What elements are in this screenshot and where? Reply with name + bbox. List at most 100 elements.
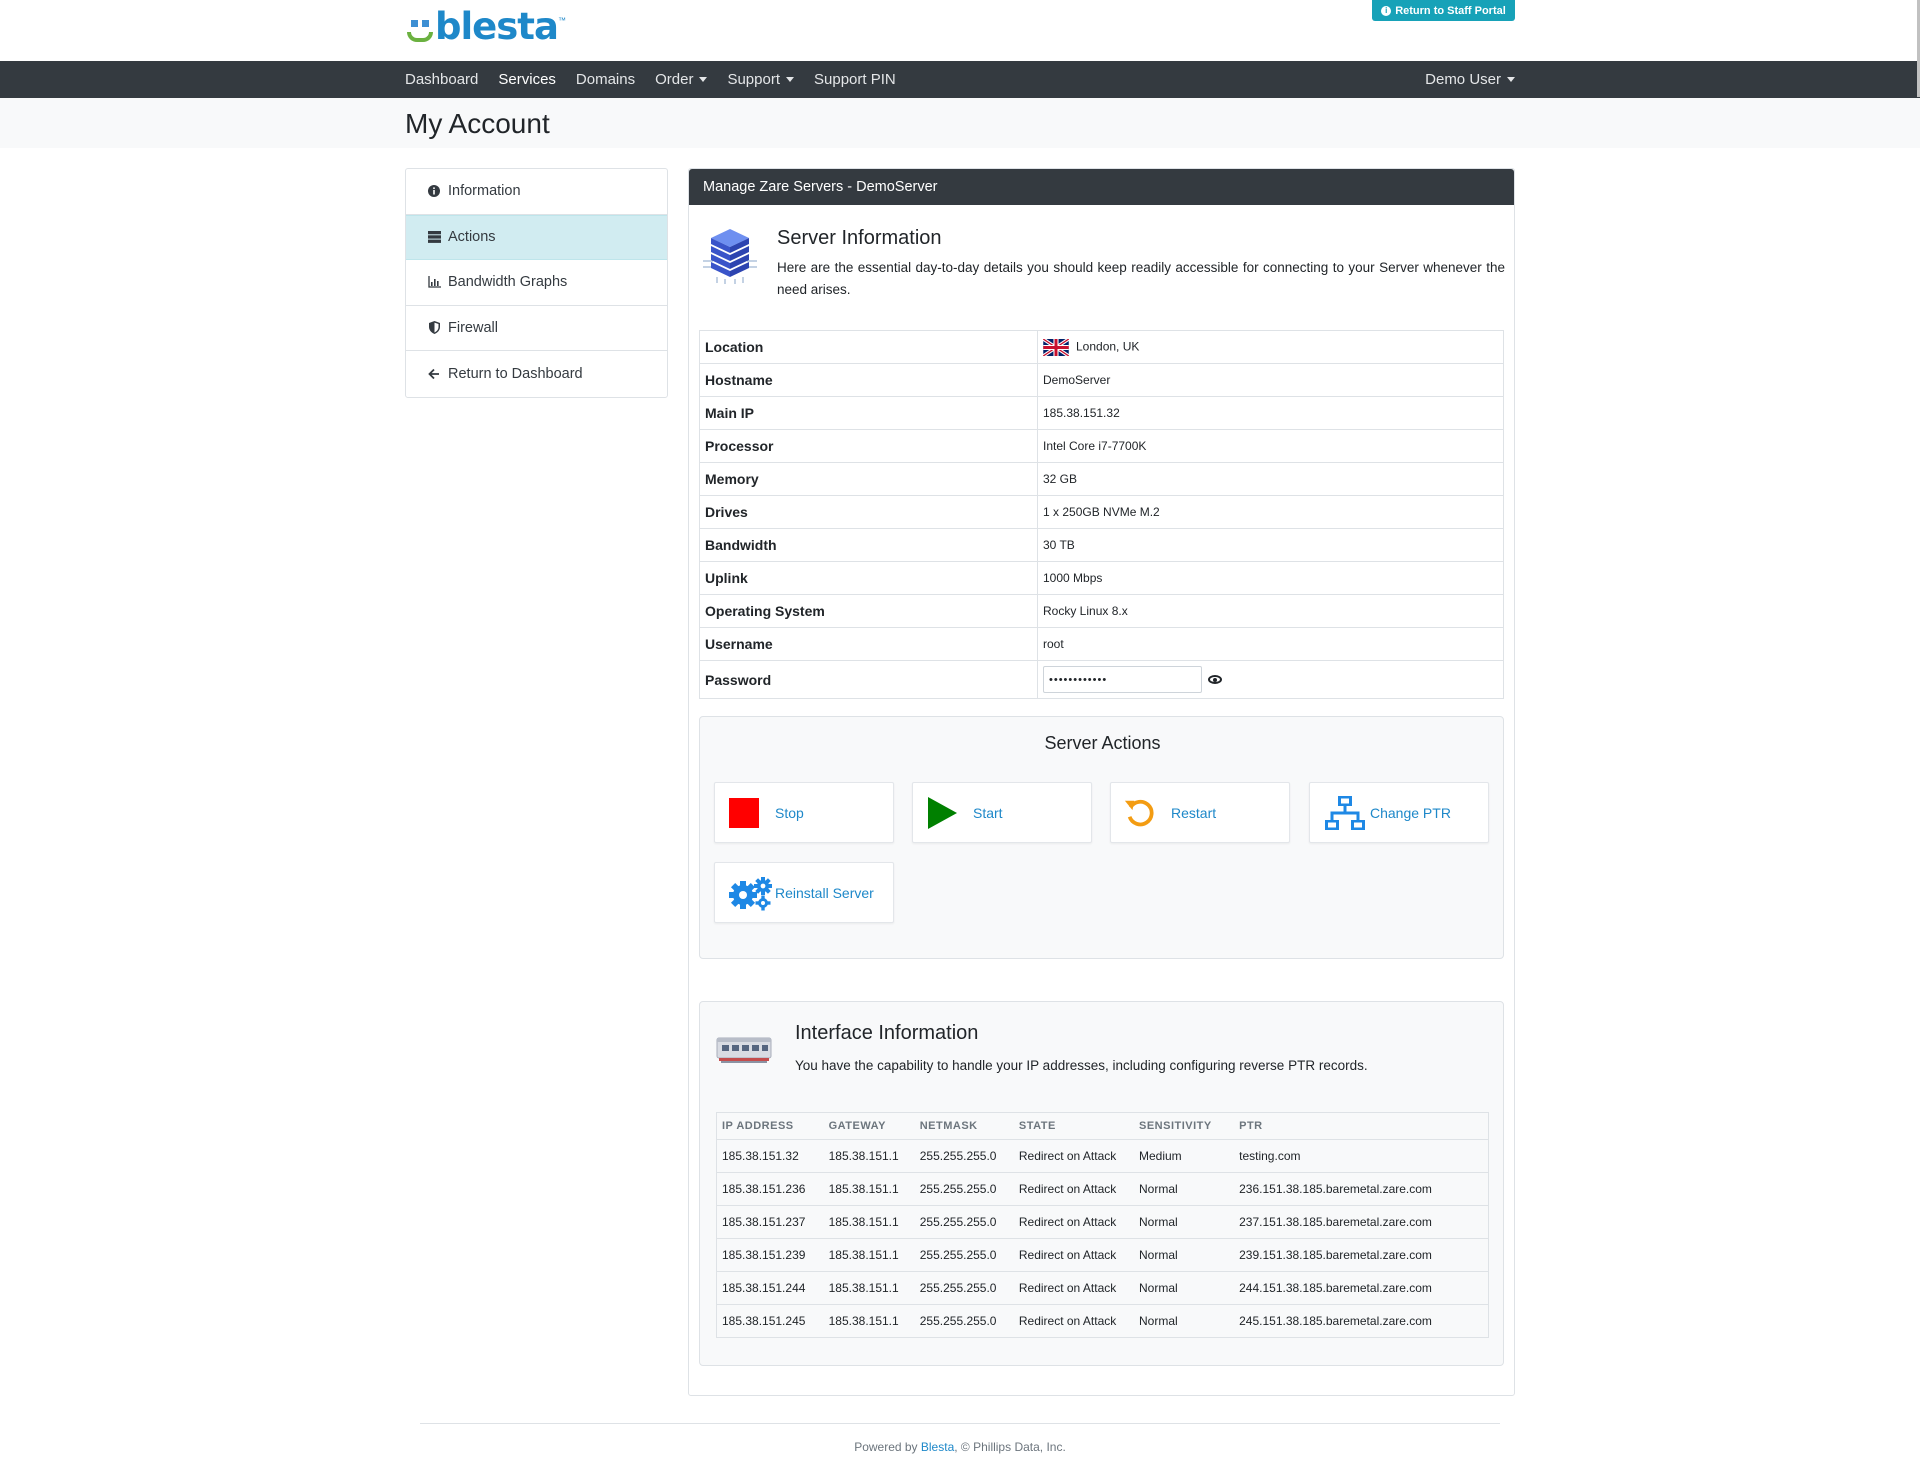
table-cell: 237.151.38.185.baremetal.zare.com bbox=[1234, 1205, 1489, 1239]
server-actions-title: Server Actions bbox=[1044, 733, 1161, 753]
table-cell: Normal bbox=[1134, 1172, 1235, 1206]
logo-trademark: ™ bbox=[557, 16, 566, 25]
server-icon bbox=[427, 230, 441, 244]
return-to-staff-portal-button[interactable]: i Return to Staff Portal bbox=[1372, 0, 1515, 21]
nav-item-label: Dashboard bbox=[405, 71, 479, 88]
spec-label: Uplink bbox=[699, 561, 1038, 595]
spec-label: Username bbox=[699, 627, 1038, 661]
manage-server-card: Manage Zare Servers - DemoServer Server … bbox=[688, 168, 1515, 1396]
blesta-logo[interactable]: blesta ™ bbox=[405, 8, 566, 46]
spec-value-cell: 1000 Mbps bbox=[1038, 562, 1504, 595]
spec-row: Bandwidth 30 TB bbox=[699, 528, 1504, 562]
restart-icon bbox=[1123, 796, 1157, 830]
action-label: Start bbox=[973, 804, 1003, 821]
info-circle-icon bbox=[427, 184, 441, 198]
table-cell: 239.151.38.185.baremetal.zare.com bbox=[1234, 1238, 1489, 1272]
nav-item-support[interactable]: Support bbox=[727, 71, 794, 88]
server-specs-table: Location London, UK Hostname DemoServer Main… bbox=[699, 330, 1504, 699]
change-ptr-button[interactable]: Change PTR bbox=[1309, 782, 1489, 843]
spec-row: Uplink 1000 Mbps bbox=[699, 561, 1504, 595]
server-stack-icon bbox=[703, 229, 757, 284]
spec-row: Main IP 185.38.151.32 bbox=[699, 396, 1504, 430]
sidebar-item-label: Firewall bbox=[448, 319, 498, 336]
user-menu[interactable]: Demo User bbox=[1425, 61, 1515, 98]
interface-info-description: You have the capability to handle your I… bbox=[795, 1058, 1368, 1073]
spec-value: London, UK bbox=[1076, 339, 1140, 354]
table-cell: Medium bbox=[1134, 1139, 1235, 1173]
nav-item-order[interactable]: Order bbox=[655, 71, 708, 88]
column-header: PTR bbox=[1234, 1112, 1489, 1140]
table-cell: testing.com bbox=[1234, 1139, 1489, 1173]
logo-mark-icon bbox=[405, 8, 433, 46]
sidebar-item-return-to-dashboard[interactable]: Return to Dashboard bbox=[406, 351, 667, 397]
sidebar-item-firewall[interactable]: Firewall bbox=[406, 306, 667, 351]
nav-item-label: Domains bbox=[575, 71, 636, 88]
bar-chart-icon bbox=[427, 275, 441, 289]
nav-item-services[interactable]: Services bbox=[498, 71, 556, 88]
column-header: IP ADDRESS bbox=[716, 1112, 824, 1140]
spec-value: DemoServer bbox=[1043, 373, 1111, 387]
table-cell: Redirect on Attack bbox=[1013, 1271, 1134, 1305]
card-title: Manage Zare Servers - DemoServer bbox=[689, 169, 1514, 205]
sidebar-item-bandwidth-graphs[interactable]: Bandwidth Graphs bbox=[406, 260, 667, 306]
table-cell: 255.255.255.0 bbox=[919, 1314, 997, 1328]
table-cell: Normal bbox=[1134, 1205, 1235, 1239]
table-cell: 185.38.151.1 bbox=[823, 1139, 915, 1173]
nav-item-support-pin[interactable]: Support PIN bbox=[814, 71, 896, 88]
server-info-title: Server Information bbox=[777, 227, 942, 249]
ip-address-table: IP ADDRESS GATEWAY NETMASK STATE SENSITIVITY… bbox=[716, 1112, 1489, 1338]
reinstall-server-button[interactable]: Reinstall Server bbox=[714, 862, 894, 923]
table-cell: Redirect on Attack bbox=[1013, 1205, 1134, 1239]
sidebar-item-label: Return to Dashboard bbox=[448, 365, 583, 382]
table-cell: 185.38.151.244 bbox=[716, 1271, 824, 1305]
spec-row: Hostname DemoServer bbox=[699, 363, 1504, 397]
blesta-link[interactable]: Blesta bbox=[921, 1440, 954, 1454]
spec-value-cell: •••••••••••• bbox=[1038, 661, 1504, 699]
stop-button[interactable]: Stop bbox=[714, 782, 894, 843]
spec-value-cell: DemoServer bbox=[1038, 364, 1504, 397]
spec-label: Password bbox=[699, 660, 1038, 699]
table-cell: 255.255.255.0 bbox=[914, 1172, 1014, 1206]
footer-suffix: , © Phillips Data, Inc. bbox=[954, 1440, 1066, 1454]
spec-value-cell: 1 x 250GB NVMe M.2 bbox=[1038, 496, 1504, 529]
table-row: 185.38.151.239 185.38.151.1 255.255.255.0 R… bbox=[716, 1238, 1489, 1272]
spec-value-cell: Rocky Linux 8.x bbox=[1038, 595, 1504, 628]
nav-item-domains[interactable]: Domains bbox=[576, 71, 635, 88]
footer: Powered by Blesta, © Phillips Data, Inc. bbox=[0, 1440, 1920, 1454]
spec-label: Drives bbox=[699, 495, 1038, 529]
uk-flag-icon bbox=[1042, 337, 1070, 357]
start-button[interactable]: Start bbox=[912, 782, 1092, 843]
show-password-eye-icon[interactable] bbox=[1208, 675, 1222, 684]
interface-info-panel: Interface Information You have the capab… bbox=[699, 1001, 1504, 1366]
caret-down-icon bbox=[699, 77, 708, 82]
password-field[interactable]: •••••••••••• bbox=[1043, 666, 1202, 693]
spec-value-cell: 32 GB bbox=[1038, 463, 1504, 496]
spec-value: root bbox=[1043, 637, 1064, 651]
table-row: 185.38.151.244 185.38.151.1 255.255.255.0 R… bbox=[716, 1271, 1489, 1305]
password-wrap: •••••••••••• bbox=[1043, 666, 1498, 693]
sidebar-item-label: Information bbox=[448, 183, 521, 200]
site-header: blesta ™ i Return to Staff Portal bbox=[0, 0, 1920, 61]
restart-button[interactable]: Restart bbox=[1110, 782, 1290, 843]
caret-down-icon bbox=[786, 77, 794, 82]
action-label: Restart bbox=[1171, 804, 1217, 821]
nav-item-label: Support bbox=[727, 71, 780, 88]
sidebar-item-information[interactable]: Information bbox=[406, 169, 667, 215]
play-icon bbox=[925, 796, 959, 830]
table-cell: 185.38.151.1 bbox=[823, 1238, 915, 1272]
column-header: STATE bbox=[1013, 1112, 1134, 1140]
spec-value: 32 GB bbox=[1043, 472, 1078, 486]
nav-item-label: Order bbox=[655, 71, 694, 88]
arrow-left-icon bbox=[427, 367, 441, 381]
main-nav: Dashboard Services Domains Order Support Supp… bbox=[0, 61, 1920, 98]
staff-portal-label: Return to Staff Portal bbox=[1395, 4, 1506, 17]
nav-item-dashboard[interactable]: Dashboard bbox=[405, 71, 478, 88]
sidebar-item-actions[interactable]: Actions bbox=[406, 214, 667, 260]
spec-row: Username root bbox=[699, 627, 1504, 661]
sidebar-item-label: Actions bbox=[448, 229, 496, 246]
spec-row: Processor Intel Core i7-7700K bbox=[699, 429, 1504, 463]
stop-icon bbox=[727, 796, 761, 830]
spec-value-cell: 30 TB bbox=[1038, 529, 1504, 562]
table-cell: Normal bbox=[1139, 1314, 1178, 1328]
spec-label: Processor bbox=[699, 429, 1038, 463]
